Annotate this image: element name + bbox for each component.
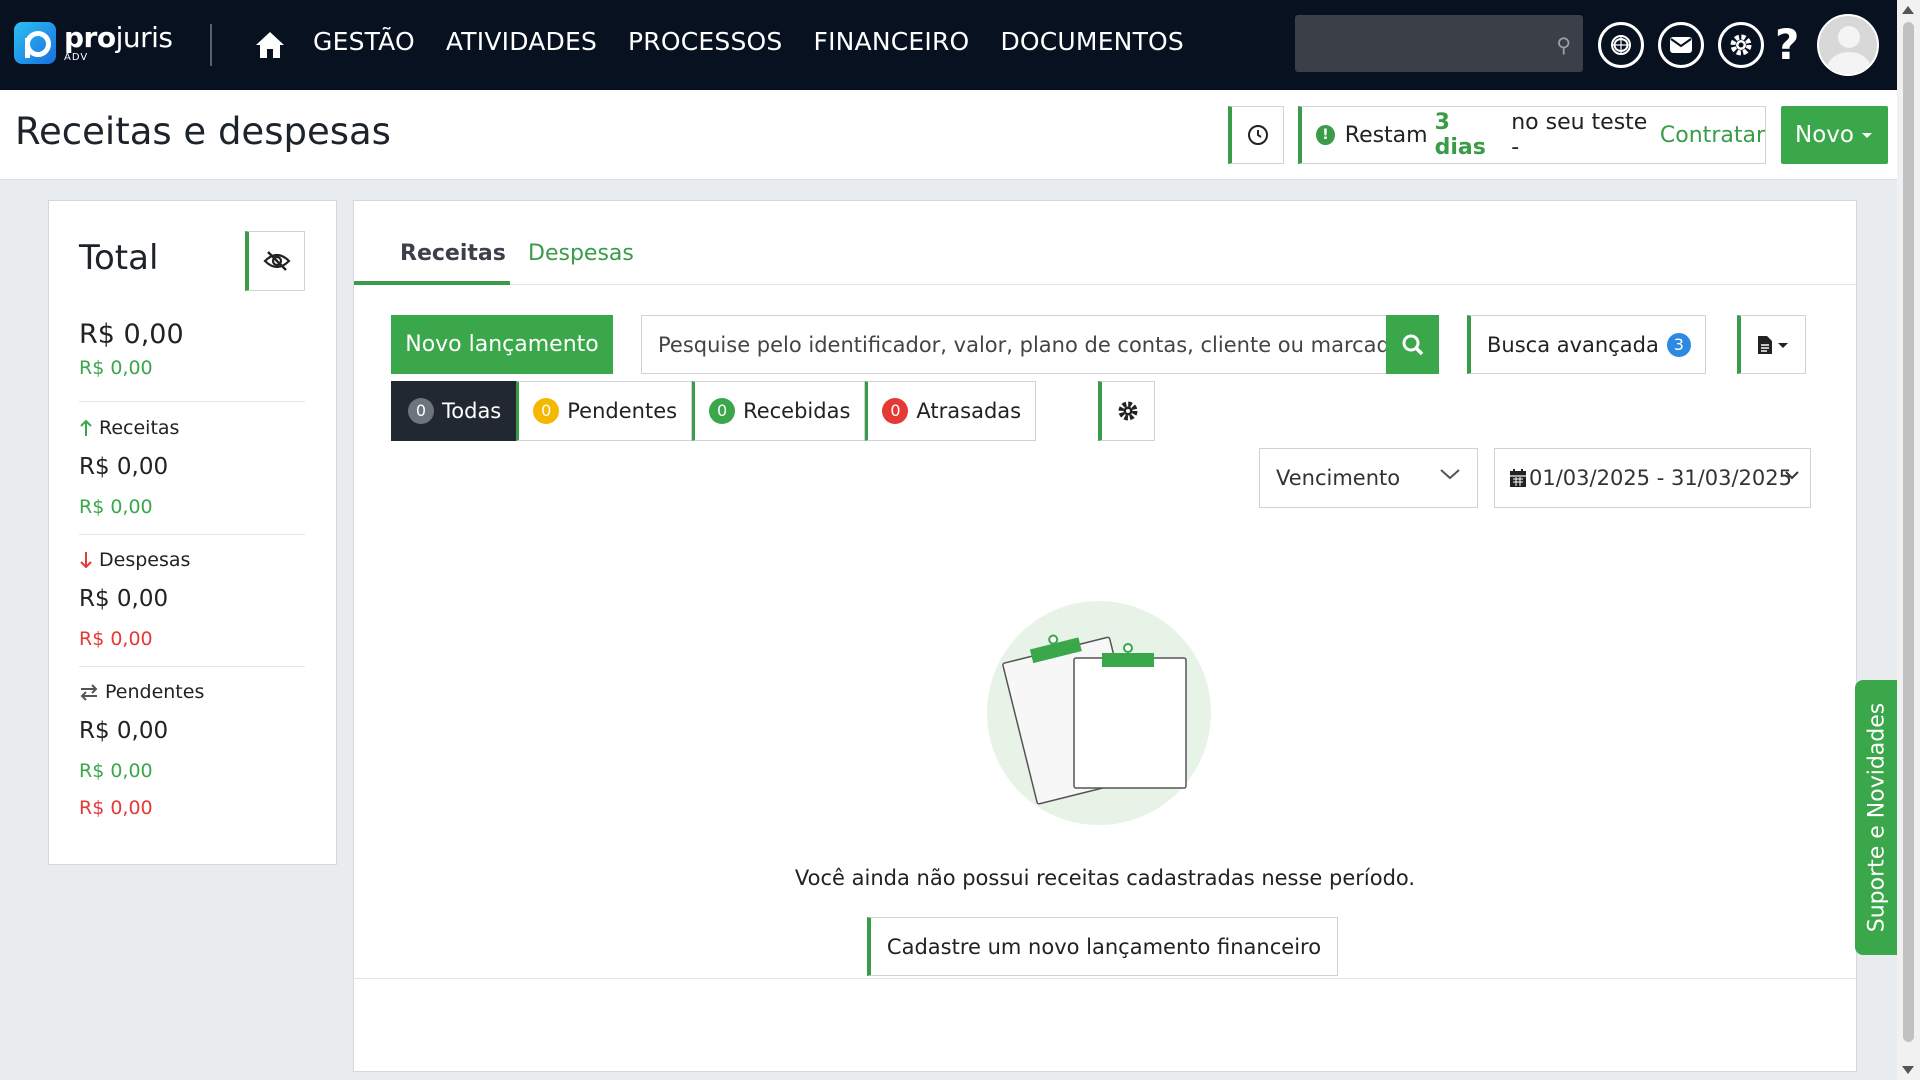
divider [354,978,1856,979]
arrow-down-icon [80,552,92,569]
help-icon[interactable]: ? [1775,20,1799,69]
novo-dropdown-button[interactable]: Novo [1781,106,1888,164]
status-filter-group: 0 Todas 0 Pendentes 0 Recebidas 0 Atrasa… [391,381,1037,441]
clock-icon [1247,125,1268,145]
ai-assistant-icon[interactable] [1598,22,1644,68]
nav-gestao[interactable]: GESTÃO [313,27,415,56]
info-icon: ! [1316,125,1335,145]
scroll-thumb[interactable] [1903,22,1914,1042]
filter-pendentes[interactable]: 0 Pendentes [516,381,693,441]
scroll-up-arrow[interactable] [1902,6,1914,14]
despesas-label: Despesas [79,549,190,571]
busca-avancada-button[interactable]: Busca avançada 3 [1467,315,1706,374]
filter-count-badge: 3 [1666,332,1691,357]
count-badge: 0 [882,398,909,424]
cadastre-lancamento-button[interactable]: Cadastre um novo lançamento financeiro [867,917,1338,976]
projuris-logo[interactable]: projuris ADV [14,22,173,64]
chevron-down-icon [1440,469,1460,480]
page-header: Receitas e despesas ! Restam 3 dias no s… [0,90,1897,180]
arrow-up-icon [80,419,92,436]
mail-icon[interactable] [1658,22,1704,68]
settings-gear-icon[interactable] [1718,22,1764,68]
calendar-icon [1510,469,1526,487]
trial-banner: ! Restam 3 dias no seu teste - Contratar [1298,106,1766,164]
page-title: Receitas e despesas [15,110,391,153]
contratar-link[interactable]: Contratar [1660,123,1765,148]
active-tab-indicator [354,281,510,285]
main-nav: GESTÃO ATIVIDADES PROCESSOS FINANCEIRO D… [313,27,1184,56]
totals-title: Total [79,238,159,278]
nav-documentos[interactable]: DOCUMENTOS [1000,27,1184,56]
history-button[interactable] [1228,106,1284,164]
divider [79,666,305,667]
top-navbar: projuris ADV GESTÃO ATIVIDADES PROCESSOS… [0,0,1897,90]
nav-financeiro[interactable]: FINANCEIRO [814,27,970,56]
tabs: Receitas Despesas [354,201,1856,285]
scroll-down-arrow[interactable] [1902,1066,1914,1074]
projuris-logo-icon [14,22,56,64]
nav-processos[interactable]: PROCESSOS [628,27,782,56]
support-news-tab[interactable]: Suporte e Novidades [1855,680,1899,955]
hide-values-button[interactable] [245,231,305,291]
date-type-select[interactable]: Vencimento [1259,448,1478,508]
caret-down-icon [1778,342,1788,348]
divider [79,401,305,402]
export-document-button[interactable] [1737,315,1806,374]
tab-receitas[interactable]: Receitas [400,241,506,266]
total-value: R$ 0,00 [79,319,184,350]
chevron-down-icon [1785,471,1799,480]
global-search-input[interactable]: ⚲ [1295,15,1583,72]
user-avatar[interactable] [1817,14,1879,76]
brand-name: projuris [64,20,173,54]
file-icon [1758,335,1772,354]
nav-atividades[interactable]: ATIVIDADES [446,27,597,56]
novo-lancamento-button[interactable]: Novo lançamento [391,315,613,374]
despesas-value: R$ 0,00 [79,586,169,612]
filter-todas[interactable]: 0 Todas [391,381,517,441]
count-badge: 0 [533,398,560,424]
main-panel: Receitas Despesas Novo lançamento Pesqui… [353,200,1857,1072]
search-input[interactable]: Pesquise pelo identificador, valor, plan… [641,315,1387,374]
caret-down-icon [1861,133,1872,138]
filter-settings-button[interactable] [1098,381,1155,441]
filter-atrasadas[interactable]: 0 Atrasadas [865,381,1037,441]
trial-days: 3 dias [1434,110,1486,160]
receitas-label: Receitas [79,417,179,439]
page-scrollbar[interactable] [1897,0,1920,1080]
filter-recebidas[interactable]: 0 Recebidas [692,381,866,441]
receitas-value: R$ 0,00 [79,454,169,480]
count-badge: 0 [408,398,434,424]
empty-clipboard-illustration [987,601,1211,825]
divider [79,534,305,535]
exchange-arrows-icon [80,684,98,701]
despesas-sub-value: R$ 0,00 [79,628,153,650]
pendentes-value: R$ 0,00 [79,718,169,744]
totals-card: Total R$ 0,00 R$ 0,00 Receitas R$ 0,00 R… [48,200,337,865]
nav-divider [210,24,212,66]
receitas-sub-value: R$ 0,00 [79,496,153,518]
pendentes-sub-red: R$ 0,00 [79,797,153,819]
home-icon[interactable] [254,30,286,60]
empty-state-message: Você ainda não possui receitas cadastrad… [794,866,1416,890]
search-icon [1402,334,1423,355]
pendentes-sub-green: R$ 0,00 [79,760,153,782]
tab-despesas[interactable]: Despesas [528,241,634,266]
eye-slash-icon [262,251,291,271]
search-icon: ⚲ [1556,33,1571,57]
search-button[interactable] [1386,315,1439,374]
gear-icon [1118,401,1138,421]
pendentes-label: Pendentes [79,681,204,703]
total-sub-value: R$ 0,00 [79,357,153,379]
date-range-input[interactable]: 01/03/2025 - 31/03/2025 [1494,448,1811,508]
count-badge: 0 [709,398,736,424]
